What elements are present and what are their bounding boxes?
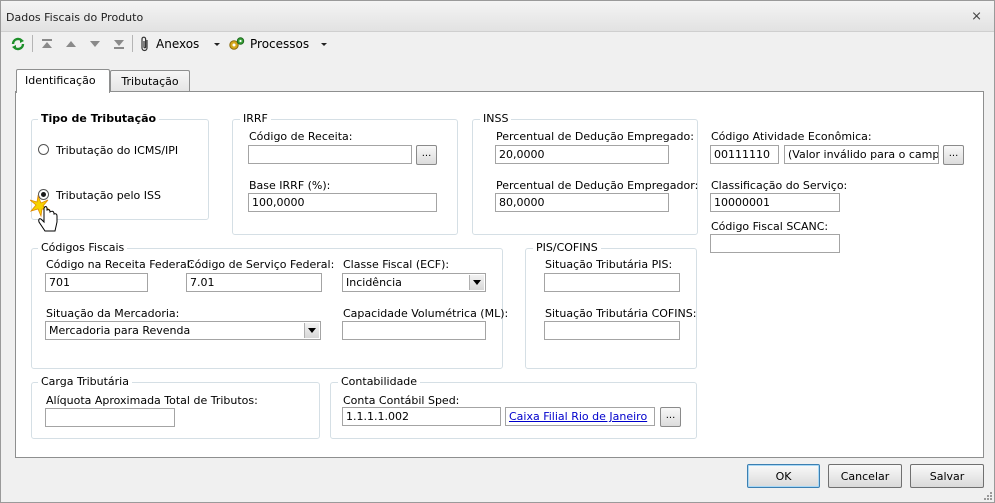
last-record-icon — [114, 40, 124, 49]
deducao-empregador-label: Percentual de Dedução Empregador: — [496, 179, 699, 192]
classe-fiscal-label: Classe Fiscal (ECF): — [343, 258, 450, 271]
first-record-icon — [42, 39, 52, 48]
dropdown-arrow-icon — [321, 43, 327, 46]
processos-button[interactable]: Processos — [228, 34, 309, 54]
situacao-pis-label: Situação Tributária PIS: — [545, 258, 673, 271]
refresh-button[interactable] — [10, 34, 26, 54]
deducao-empregado-input[interactable]: 20,0000 — [495, 145, 669, 164]
hand-cursor-icon — [30, 194, 58, 232]
radio-iss-label: Tributação pelo ISS — [56, 189, 161, 202]
processos-label: Processos — [250, 37, 310, 51]
situacao-pis-input[interactable] — [544, 273, 680, 292]
paperclip-icon — [141, 36, 148, 52]
base-irrf-label: Base IRRF (%): — [249, 179, 331, 192]
classe-fiscal-select[interactable]: Incidência — [342, 273, 486, 292]
tipo-tributacao-title: Tipo de Tributação — [38, 112, 160, 125]
conta-contabil-label: Conta Contábil Sped: — [343, 394, 460, 407]
toolbar: Anexos Processos — [1, 32, 994, 56]
ok-button[interactable]: OK — [747, 464, 820, 488]
situacao-mercadoria-value: Mercadoria para Revenda — [49, 324, 191, 337]
classe-fiscal-value: Incidência — [346, 276, 402, 289]
toolbar-separator — [132, 35, 133, 52]
servico-federal-input[interactable]: 7.01 — [186, 273, 322, 292]
receita-federal-input[interactable]: 701 — [45, 273, 148, 292]
anexos-button[interactable]: Anexos — [138, 34, 199, 54]
classificacao-servico-label: Classificação do Serviço: — [711, 179, 848, 192]
codigo-atividade-label: Código Atividade Econômica: — [711, 130, 872, 143]
chevron-down-icon[interactable] — [469, 275, 484, 290]
codigo-receita-label: Código de Receita: — [249, 130, 353, 143]
servico-federal-label: Código de Serviço Federal: — [187, 258, 335, 271]
processos-dropdown-arrow[interactable] — [213, 34, 221, 54]
conta-contabil-link[interactable]: Caixa Filial Rio de Janeiro — [505, 407, 655, 426]
codigo-atividade-input[interactable]: 00111110 — [710, 145, 779, 164]
processos-menu-arrow[interactable] — [320, 34, 328, 54]
resize-grip-icon[interactable] — [983, 491, 993, 501]
cancelar-button[interactable]: Cancelar — [828, 464, 902, 488]
chevron-down-icon[interactable] — [304, 323, 319, 338]
previous-record-button[interactable] — [63, 34, 79, 54]
inss-title: INSS — [480, 112, 512, 125]
dropdown-arrow-icon — [214, 43, 220, 46]
radio-icms-ipi-label: Tributação do ICMS/IPI — [56, 144, 179, 157]
situacao-cofins-input[interactable] — [544, 321, 680, 340]
codigo-atividade-lookup-button[interactable]: ... — [943, 145, 964, 165]
title-bar: Dados Fiscais do Produto ⨯ — [1, 1, 994, 32]
codigo-scanc-input[interactable] — [710, 234, 840, 253]
conta-contabil-input[interactable]: 1.1.1.1.002 — [342, 407, 501, 426]
codigo-scanc-label: Código Fiscal SCANC: — [711, 220, 829, 233]
gears-icon — [229, 37, 245, 50]
codigo-receita-lookup-button[interactable]: ... — [416, 145, 437, 165]
radio-icms-ipi[interactable] — [38, 144, 49, 155]
classificacao-servico-input[interactable]: 10000001 — [710, 193, 840, 212]
codigo-receita-input[interactable] — [248, 145, 412, 164]
tab-identificacao[interactable]: Identificação — [16, 69, 110, 93]
first-record-button[interactable] — [39, 34, 55, 54]
identificacao-panel: Tipo de Tributação Tributação do ICMS/IP… — [15, 91, 984, 458]
aliquota-input[interactable] — [45, 408, 175, 427]
capacidade-volumetrica-input[interactable] — [342, 321, 486, 340]
contabilidade-title: Contabilidade — [338, 375, 421, 388]
situacao-mercadoria-label: Situação da Mercadoria: — [46, 307, 180, 320]
close-icon[interactable]: ⨯ — [971, 9, 982, 24]
anexos-label: Anexos — [156, 37, 200, 51]
salvar-button[interactable]: Salvar — [910, 464, 984, 488]
receita-federal-label: Código na Receita Federal: — [46, 258, 194, 271]
capacidade-volumetrica-label: Capacidade Volumétrica (ML): — [343, 307, 509, 320]
next-record-icon — [90, 41, 100, 47]
atividade-descricao-field: (Valor inválido para o campo de — [784, 145, 939, 164]
refresh-icon — [11, 37, 25, 51]
conta-contabil-lookup-button[interactable]: ... — [660, 407, 681, 427]
next-record-button[interactable] — [87, 34, 103, 54]
carga-tributaria-title: Carga Tributária — [38, 375, 132, 388]
window-title: Dados Fiscais do Produto — [6, 11, 144, 24]
last-record-button[interactable] — [111, 34, 127, 54]
situacao-mercadoria-select[interactable]: Mercadoria para Revenda — [45, 321, 321, 340]
codigos-fiscais-title: Códigos Fiscais — [38, 241, 128, 254]
toolbar-separator — [32, 35, 33, 52]
deducao-empregador-input[interactable]: 80,0000 — [495, 193, 669, 212]
tab-label: Tributação — [121, 75, 179, 88]
base-irrf-input[interactable]: 100,0000 — [248, 193, 437, 212]
irrf-title: IRRF — [240, 112, 271, 125]
previous-record-icon — [66, 41, 76, 47]
pis-cofins-title: PIS/COFINS — [533, 241, 601, 254]
situacao-cofins-label: Situação Tributária COFINS: — [545, 307, 697, 320]
aliquota-label: Alíquota Aproximada Total de Tributos: — [46, 394, 258, 407]
deducao-empregado-label: Percentual de Dedução Empregado: — [496, 130, 694, 143]
tab-label: Identificação — [25, 74, 96, 87]
dialog-window: Dados Fiscais do Produto ⨯ Anexos Proces… — [0, 0, 995, 503]
tab-tributacao[interactable]: Tributação — [110, 70, 190, 92]
